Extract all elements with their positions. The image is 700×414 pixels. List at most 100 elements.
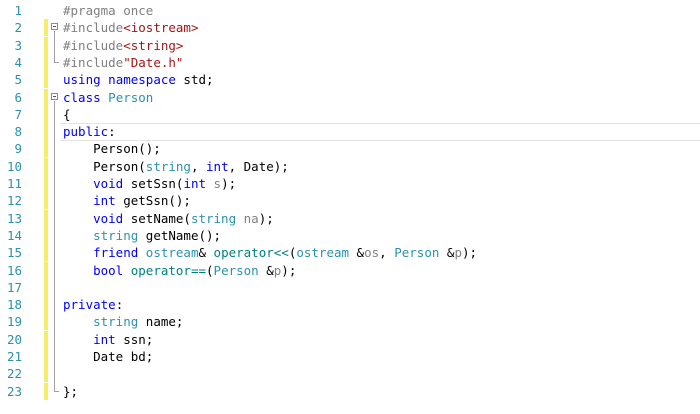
code-token: int (93, 193, 116, 209)
code-text: string name; (63, 313, 183, 330)
code-line[interactable]: 12 int getSsn(); (0, 192, 700, 210)
code-line[interactable]: 22 (0, 365, 700, 383)
code-editor[interactable]: 1 #pragma once 2 #include<iostream> 3 #includ… (0, 0, 700, 414)
code-line[interactable]: 5 using namespace std; (0, 71, 700, 89)
collapse-includes-icon[interactable] (51, 23, 58, 31)
code-line[interactable]: 3 #include<string> (0, 36, 700, 54)
code-token: operator<< (213, 245, 289, 261)
line-number: 18 (6, 297, 22, 313)
code-token: string (93, 314, 139, 330)
code-token: Person(); (63, 141, 161, 157)
code-line[interactable]: 19 string name; (0, 313, 700, 331)
code-text: #pragma once (63, 2, 153, 19)
code-token: ); (221, 176, 237, 191)
line-number: 3 (14, 37, 22, 53)
change-marker (44, 53, 48, 71)
code-line[interactable]: 17 (0, 278, 700, 296)
line-number: 16 (6, 262, 22, 278)
code-line[interactable]: 16 bool operator==(Person &p); (0, 261, 700, 279)
code-text: }; (63, 383, 78, 400)
code-token: getName(); (138, 227, 222, 243)
code-text: #include<iostream> (63, 19, 198, 36)
code-line[interactable]: 21 Date bd; (0, 348, 700, 365)
code-line[interactable]: 13 void setName(string na); (0, 209, 700, 227)
code-text: Date bd; (63, 348, 153, 365)
code-line[interactable]: 8 public: (0, 123, 700, 142)
change-marker (44, 244, 48, 262)
code-line[interactable]: 6 class Person (0, 88, 700, 106)
code-token: int (93, 331, 116, 347)
code-line[interactable]: 15 friend ostream& operator<<(ostream &o… (0, 244, 700, 262)
code-token: ); (258, 210, 274, 226)
code-token: std; (175, 72, 214, 88)
code-line[interactable]: 23}; (0, 382, 700, 400)
code-token: int (183, 176, 207, 191)
change-marker (44, 88, 48, 106)
code-token: void (93, 210, 124, 226)
line-number: 6 (14, 89, 22, 105)
collapse-class-icon[interactable] (51, 92, 58, 100)
code-line[interactable]: 9 Person(); (0, 140, 700, 158)
code-token: & (349, 245, 365, 261)
code-token: int (206, 158, 229, 174)
code-line[interactable]: 1 #pragma once (0, 2, 700, 19)
code-line[interactable]: 2 #include<iostream> (0, 19, 700, 37)
code-text: void setSsn(int s); (63, 175, 236, 192)
code-text: public: (63, 123, 116, 140)
code-text: Person(string, int, Date); (63, 158, 289, 175)
line-number: 19 (6, 314, 22, 330)
current-line-highlight (60, 123, 700, 142)
code-token: "Date.h" (123, 54, 184, 70)
change-marker (44, 261, 48, 279)
code-token: ostream (296, 245, 350, 261)
change-marker (44, 330, 48, 348)
code-token: s (213, 176, 222, 191)
change-marker (44, 278, 48, 296)
code-token: , Date); (228, 158, 289, 174)
line-number: 17 (6, 279, 22, 295)
code-token: & (258, 262, 274, 278)
change-marker (44, 313, 48, 331)
code-text: { (63, 106, 71, 123)
code-token: operator== (130, 262, 207, 278)
code-token: Date bd; (63, 349, 154, 364)
code-token: class (63, 89, 101, 105)
code-token: { (63, 106, 71, 122)
code-token: , (379, 245, 395, 261)
code-token: <iostream> (123, 20, 199, 36)
change-marker (44, 19, 48, 37)
code-line[interactable]: 7{ (0, 105, 700, 123)
code-text: friend ostream& operator<<(ostream &os, … (63, 244, 477, 261)
change-marker (44, 36, 48, 54)
code-line[interactable]: 20 int ssn; (0, 330, 700, 348)
code-token: ssn; (115, 331, 154, 347)
line-number: 14 (6, 227, 22, 243)
code-line[interactable]: 14 string getName(); (0, 226, 700, 244)
fold-guide-line (54, 31, 55, 62)
code-line[interactable]: 4 #include"Date.h" (0, 53, 700, 71)
code-token: : (108, 124, 116, 140)
code-token: ( (206, 262, 214, 278)
line-number: 9 (14, 141, 22, 157)
code-token: setName( (123, 210, 191, 226)
code-line[interactable]: 10 Person(string, int, Date); (0, 157, 700, 175)
code-line[interactable]: 18 private: (0, 296, 700, 314)
code-text: #include"Date.h" (63, 54, 183, 71)
code-text: using namespace std; (63, 71, 214, 88)
code-token: os (364, 245, 380, 261)
code-text: private: (63, 296, 123, 313)
change-marker (44, 382, 48, 400)
code-line[interactable]: 11 void setSsn(int s); (0, 175, 700, 192)
code-text: bool operator==(Person &p); (63, 262, 296, 279)
code-text: string getName(); (63, 227, 221, 244)
code-token: p (454, 245, 462, 261)
fold-guide-line (54, 100, 55, 391)
code-text: #include<string> (63, 37, 183, 54)
